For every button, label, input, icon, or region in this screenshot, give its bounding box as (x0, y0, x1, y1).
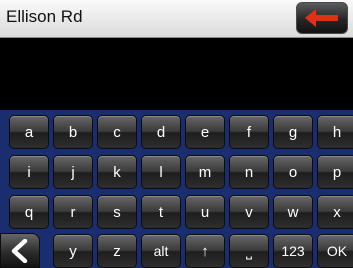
key-label: m (198, 163, 212, 181)
shift-key[interactable]: ↑ (185, 234, 225, 268)
key-label: 123 (281, 243, 305, 259)
key-label: a (24, 123, 34, 141)
space-key[interactable]: ⎵ (229, 234, 269, 268)
key-label: v (245, 203, 253, 221)
on-screen-keyboard: a b c d e f g h i j k l m n o p q r s t u v w x y z alt ↑ ⎵ 123 OK (0, 110, 353, 268)
key-e[interactable]: e (185, 115, 225, 149)
key-m[interactable]: m (185, 155, 225, 189)
key-label: OK (326, 243, 348, 259)
ok-key[interactable]: OK (317, 234, 353, 268)
chevron-left-icon (11, 239, 28, 263)
key-label: c (113, 123, 121, 141)
results-area (0, 38, 353, 110)
key-label: d (156, 123, 166, 141)
key-o[interactable]: o (273, 155, 313, 189)
key-u[interactable]: u (185, 195, 225, 229)
key-d[interactable]: d (141, 115, 181, 149)
key-label: j (71, 163, 75, 181)
key-p[interactable]: p (317, 155, 353, 189)
key-label: f (246, 123, 252, 141)
key-f[interactable]: f (229, 115, 269, 149)
key-label: u (200, 203, 210, 221)
key-s[interactable]: s (97, 195, 137, 229)
numbers-key[interactable]: 123 (273, 234, 313, 268)
key-label: k (113, 163, 121, 181)
key-x[interactable]: x (317, 195, 353, 229)
back-button[interactable] (0, 233, 40, 268)
key-g[interactable]: g (273, 115, 313, 149)
key-label: s (113, 203, 121, 221)
key-label: b (68, 123, 78, 141)
key-label: e (200, 123, 210, 141)
key-h[interactable]: h (317, 115, 353, 149)
key-w[interactable]: w (273, 195, 313, 229)
key-label: w (287, 203, 299, 221)
key-label: z (113, 242, 121, 260)
key-label: g (288, 123, 298, 141)
key-label: ↑ (201, 242, 209, 260)
backspace-button[interactable] (296, 2, 348, 34)
key-label: l (159, 163, 163, 181)
key-n[interactable]: n (229, 155, 269, 189)
key-label: i (27, 163, 31, 181)
key-label: q (24, 203, 34, 221)
key-v[interactable]: v (229, 195, 269, 229)
left-arrow-icon (305, 9, 338, 27)
key-l[interactable]: l (141, 155, 181, 189)
key-a[interactable]: a (9, 115, 49, 149)
key-y[interactable]: y (53, 234, 93, 268)
key-k[interactable]: k (97, 155, 137, 189)
key-label: p (332, 163, 342, 181)
key-label: alt (153, 243, 169, 259)
key-label: o (288, 163, 298, 181)
address-input-bar[interactable]: Ellison Rd (0, 0, 353, 38)
key-label: y (69, 242, 77, 260)
key-label: n (244, 163, 254, 181)
key-t[interactable]: t (141, 195, 181, 229)
key-j[interactable]: j (53, 155, 93, 189)
key-q[interactable]: q (9, 195, 49, 229)
key-label: x (333, 203, 341, 221)
alt-key[interactable]: alt (141, 234, 181, 268)
address-input-value: Ellison Rd (6, 7, 83, 26)
key-b[interactable]: b (53, 115, 93, 149)
key-label: r (70, 203, 76, 221)
key-z[interactable]: z (97, 234, 137, 268)
key-label: ⎵ (245, 242, 252, 260)
key-r[interactable]: r (53, 195, 93, 229)
key-label: t (158, 203, 164, 221)
key-c[interactable]: c (97, 115, 137, 149)
key-label: h (332, 123, 342, 141)
key-i[interactable]: i (9, 155, 49, 189)
